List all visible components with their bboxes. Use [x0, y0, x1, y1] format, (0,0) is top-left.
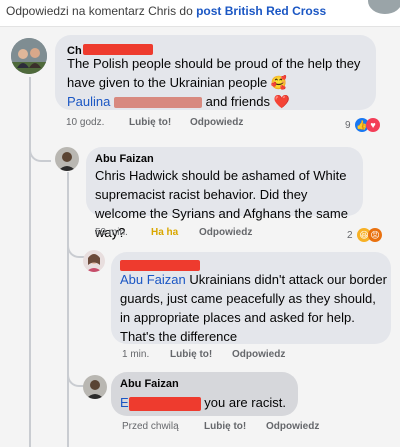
thread-line-curve: [29, 140, 51, 162]
reply-button[interactable]: Odpowiedz: [266, 421, 319, 432]
reply-button[interactable]: Odpowiedz: [199, 227, 252, 238]
avatar[interactable]: [366, 0, 400, 16]
comment-text: Abu Faizan Ukrainians didn't attack our …: [120, 270, 387, 346]
comment-text: The Polish people should be proud of the…: [67, 54, 372, 111]
avatar-photo-icon: [11, 38, 47, 74]
heart-icon: ♥: [366, 118, 381, 132]
comment-meta: Przed chwilą Lubię to! Odpowiedz: [122, 421, 319, 432]
avatar[interactable]: [55, 147, 79, 171]
thread-line: [29, 77, 31, 447]
avatar-photo-icon: [83, 375, 107, 399]
avatar[interactable]: [83, 375, 107, 399]
reply-button[interactable]: Odpowiedz: [232, 349, 285, 360]
comment-bubble[interactable]: Abu Faizan Chris Hadwick should be asham…: [86, 147, 363, 240]
comment-bubble[interactable]: Abu Faizan E you are racist.: [111, 372, 298, 416]
haha-reaction-button[interactable]: Ha ha: [151, 227, 178, 238]
comment-time[interactable]: Przed chwilą: [122, 421, 179, 432]
post-link[interactable]: post British Red Cross: [196, 4, 326, 18]
thread-line: [67, 172, 69, 447]
comment-text-tail: and friends ❤️: [205, 94, 290, 109]
like-button[interactable]: Lubię to!: [170, 349, 212, 360]
redacted-name: [128, 396, 201, 411]
author-name[interactable]: Abu Faizan: [95, 153, 154, 165]
redacted-name: [114, 97, 202, 109]
mention-link[interactable]: Abu Faizan: [120, 272, 186, 287]
comment-author[interactable]: Ch: [67, 41, 153, 57]
comment-time[interactable]: 59 min.: [95, 227, 128, 238]
mention-link[interactable]: E: [120, 395, 201, 411]
avatar[interactable]: [83, 250, 105, 272]
avatar[interactable]: [11, 38, 47, 74]
avatar-photo-icon: [55, 147, 79, 171]
angry-face-icon: 😡: [368, 228, 383, 242]
comment-text-body: you are racist.: [204, 395, 286, 410]
reaction-count: 2: [347, 230, 353, 241]
comment-text: E you are racist.: [120, 393, 286, 412]
reaction-count: 9: [345, 120, 351, 131]
mention-text: E: [120, 395, 129, 410]
comment-meta: 59 min. Ha ha Odpowiedz: [95, 227, 252, 238]
reply-button[interactable]: Odpowiedz: [190, 117, 243, 128]
reply-header: Odpowiedzi na komentarz Chris do post Br…: [0, 0, 400, 27]
avatar-photo-icon: [83, 250, 105, 272]
comment-time[interactable]: 1 min.: [122, 349, 149, 360]
comment-meta: 10 godz. Lubię to! Odpowiedz: [66, 117, 243, 128]
like-button[interactable]: Lubię to!: [204, 421, 246, 432]
comment-meta: 1 min. Lubię to! Odpowiedz: [122, 349, 285, 360]
comment-bubble[interactable]: Ch The Polish people should be proud of …: [55, 35, 376, 110]
header-text: Odpowiedzi na komentarz Chris do post Br…: [6, 1, 326, 21]
mention-text: Paulina: [67, 94, 111, 109]
author-name[interactable]: Abu Faizan: [120, 378, 179, 390]
comment-author[interactable]: [120, 257, 200, 272]
comment-text-body: The Polish people should be proud of the…: [67, 56, 361, 90]
reactions[interactable]: 9 👍 ♥: [345, 115, 381, 133]
header-prefix: Odpowiedzi na komentarz Chris do: [6, 4, 197, 18]
like-button[interactable]: Lubię to!: [129, 117, 171, 128]
comment-time[interactable]: 10 godz.: [66, 117, 104, 128]
reactions[interactable]: 2 😆 😡: [347, 225, 383, 243]
comment-bubble[interactable]: Abu Faizan Ukrainians didn't attack our …: [111, 252, 391, 344]
mention-link[interactable]: Paulina: [67, 94, 202, 109]
